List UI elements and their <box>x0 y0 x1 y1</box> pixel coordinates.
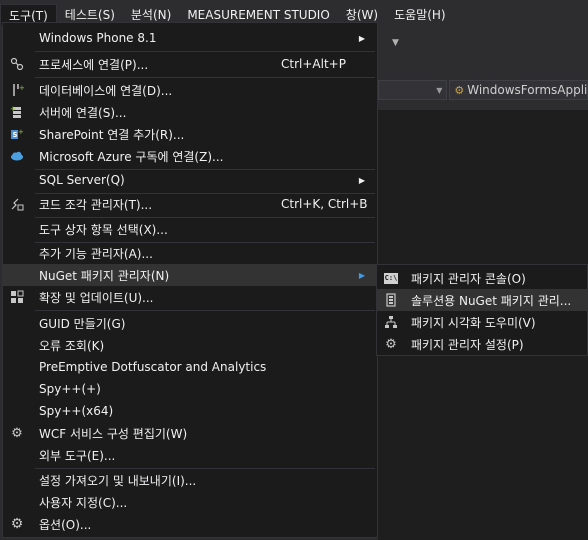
submenu-item-package-visualizer[interactable]: 패키지 시각화 도우미(V) <box>377 311 587 333</box>
menu-item-external-tools[interactable]: 외부 도구(E)... <box>3 444 377 466</box>
menu-item-extensions[interactable]: 확장 및 업데이트(U)... <box>3 286 377 308</box>
menu-item-attach-process[interactable]: 프로세스에 연결(P)... Ctrl+Alt+P <box>3 53 377 75</box>
menu-help[interactable]: 도움말(H) <box>386 4 454 26</box>
hierarchy-icon <box>383 314 399 330</box>
submenu-item-package-console[interactable]: C:\ 패키지 관리자 콘솔(O) <box>377 267 587 289</box>
menu-item-azure[interactable]: Microsoft Azure 구독에 연결(Z)... <box>3 145 377 167</box>
menu-separator <box>35 77 375 78</box>
options-gear-icon: ⚙ <box>10 516 24 532</box>
tools-menu: Windows Phone 8.1 ▶ 프로세스에 연결(P)... Ctrl+… <box>2 22 378 538</box>
project-combo[interactable]: ▼ <box>378 80 448 100</box>
menu-item-addin-manager[interactable]: 추가 기능 관리자(A)... <box>3 242 377 264</box>
submenu-arrow-icon: ▶ <box>358 175 365 185</box>
class-combo-label: WindowsFormsApplic <box>467 83 588 97</box>
svg-text:+: + <box>18 128 24 136</box>
menu-item-error-lookup[interactable]: 오류 조회(K) <box>3 334 377 356</box>
menu-item-connect-database[interactable]: + 데이터베이스에 연결(D)... <box>3 79 377 101</box>
connect-database-icon: + <box>9 82 25 98</box>
menu-item-code-snippets[interactable]: 코드 조각 관리자(T)... Ctrl+K, Ctrl+B <box>3 193 377 215</box>
svg-text:S: S <box>13 131 18 139</box>
submenu-item-package-settings[interactable]: ⚙ 패키지 관리자 설정(P) <box>377 333 587 355</box>
azure-cloud-icon <box>9 148 25 164</box>
menu-item-wcf-editor[interactable]: ⚙ WCF 서비스 구성 편집기(W) <box>3 422 377 444</box>
submenu-arrow-icon: ▶ <box>358 270 365 280</box>
sharepoint-icon: S + <box>9 126 25 142</box>
connect-server-icon: + <box>9 104 25 120</box>
class-icon: ⚙ <box>454 83 465 97</box>
toolbar-dropdown-arrow[interactable]: ▼ <box>392 38 412 50</box>
menu-item-nuget[interactable]: NuGet 패키지 관리자(N) ▶ <box>3 264 377 286</box>
menu-item-choose-toolbox[interactable]: 도구 상자 항목 선택(X)... <box>3 218 377 240</box>
console-icon: C:\ <box>384 272 398 284</box>
svg-text:+: + <box>19 84 24 92</box>
menu-item-windows-phone[interactable]: Windows Phone 8.1 ▶ <box>3 27 377 49</box>
class-combo[interactable]: ⚙ WindowsFormsApplic <box>449 80 588 100</box>
menu-item-spy-x64[interactable]: Spy++(x64) <box>3 400 377 422</box>
menu-item-customize[interactable]: 사용자 지정(C)... <box>3 491 377 513</box>
submenu-arrow-icon: ▶ <box>358 33 365 43</box>
menu-item-sharepoint[interactable]: S + SharePoint 연결 추가(R)... <box>3 123 377 145</box>
code-snippets-icon <box>9 196 25 212</box>
menu-item-dotfuscator[interactable]: PreEmptive Dotfuscator and Analytics <box>3 356 377 378</box>
nuget-submenu: C:\ 패키지 관리자 콘솔(O) 솔루션용 NuGet 패키지 관리... 패… <box>376 264 588 356</box>
wcf-gear-icon: ⚙ <box>11 425 23 441</box>
nuget-package-icon <box>383 292 399 308</box>
settings-gear-icon: ⚙ <box>385 336 397 352</box>
menu-item-options[interactable]: ⚙ 옵션(O)... <box>3 513 377 535</box>
menu-separator <box>35 51 375 52</box>
menu-item-import-export[interactable]: 설정 가져오기 및 내보내기(I)... <box>3 469 377 491</box>
svg-text:+: + <box>10 105 16 113</box>
menu-item-spy[interactable]: Spy++(+) <box>3 378 377 400</box>
menu-separator <box>35 310 375 311</box>
navigation-bar: ▼ ⚙ WindowsFormsApplic <box>378 80 588 102</box>
extensions-icon <box>9 289 25 305</box>
attach-process-icon <box>9 56 25 72</box>
chevron-down-icon: ▼ <box>436 85 443 95</box>
submenu-item-manage-solution-packages[interactable]: 솔루션용 NuGet 패키지 관리... <box>377 289 587 311</box>
menu-item-connect-server[interactable]: + 서버에 연결(S)... <box>3 101 377 123</box>
menu-item-create-guid[interactable]: GUID 만들기(G) <box>3 312 377 334</box>
menu-item-sql-server[interactable]: SQL Server(Q) ▶ <box>3 169 377 191</box>
